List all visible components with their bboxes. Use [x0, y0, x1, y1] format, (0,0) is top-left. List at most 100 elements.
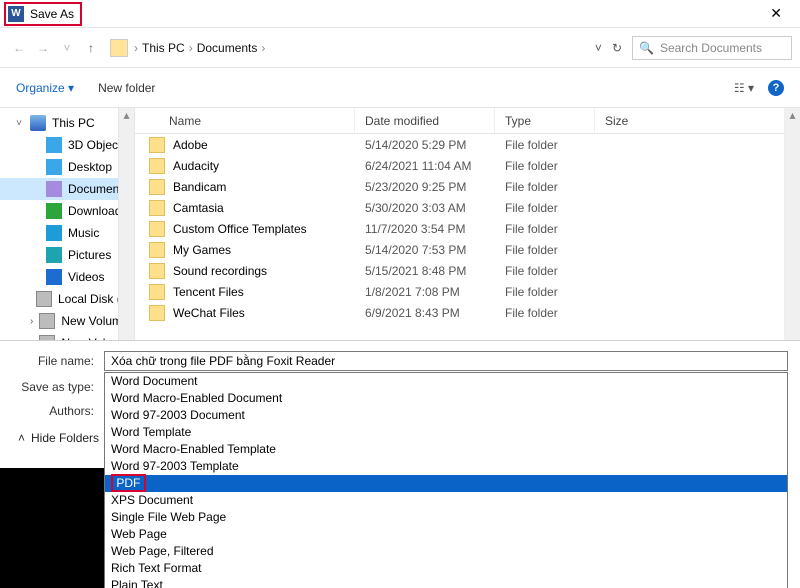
file-row[interactable]: WeChat Files 6/9/2021 8:43 PMFile folder — [135, 302, 800, 323]
file-type: File folder — [495, 285, 595, 299]
chevron-right-icon: › — [30, 338, 33, 341]
chevron-right-icon: › — [189, 41, 193, 55]
breadcrumb-item[interactable]: Documents — [197, 41, 258, 55]
file-date: 5/14/2020 7:53 PM — [355, 243, 495, 257]
disk-icon — [36, 291, 52, 307]
nav-tree: ˅ This PC 3D ObjectsDesktopDocumentsDown… — [0, 108, 135, 340]
search-input[interactable]: 🔍 Search Documents — [632, 36, 792, 60]
folder-icon — [149, 179, 165, 195]
generic-icon — [46, 159, 62, 175]
save-type-option[interactable]: Word Document — [105, 373, 787, 390]
nav-back-button[interactable]: ← — [8, 41, 30, 55]
chevron-up-icon: ˄ — [18, 431, 25, 445]
col-date[interactable]: Date modified — [355, 108, 495, 133]
breadcrumb[interactable]: › This PC › Documents › — [134, 41, 265, 55]
chevron-right-icon: › — [261, 41, 265, 55]
tree-item[interactable]: Music — [0, 222, 134, 244]
tree-item[interactable]: Local Disk (C:) — [0, 288, 134, 310]
file-row[interactable]: Sound recordings5/15/2021 8:48 PMFile fo… — [135, 260, 800, 281]
tree-item[interactable]: ›New Volume (D:) — [0, 310, 134, 332]
address-folder-icon — [110, 39, 128, 57]
col-size[interactable]: Size — [595, 108, 800, 133]
save-type-option[interactable]: XPS Document — [105, 492, 787, 509]
save-type-dropdown[interactable]: Word DocumentWord Macro-Enabled Document… — [104, 372, 788, 588]
col-name[interactable]: Name — [135, 108, 355, 133]
nav-up-button[interactable]: ↑ — [80, 41, 102, 55]
dialog-body: ˅ This PC 3D ObjectsDesktopDocumentsDown… — [0, 108, 800, 340]
tree-item[interactable]: Pictures — [0, 244, 134, 266]
sidebar-scrollbar[interactable]: ▴ — [118, 108, 134, 340]
refresh-button[interactable]: ↻ — [612, 41, 622, 55]
tree-item[interactable]: Downloads — [0, 200, 134, 222]
file-date: 6/9/2021 8:43 PM — [355, 306, 495, 320]
file-date: 5/14/2020 5:29 PM — [355, 138, 495, 152]
tree-item[interactable]: Documents — [0, 178, 134, 200]
list-scrollbar[interactable]: ▴ — [784, 108, 800, 340]
tree-item-label: Pictures — [68, 248, 111, 262]
file-type: File folder — [495, 201, 595, 215]
nav-forward-button[interactable]: → — [32, 41, 54, 55]
chevron-right-icon: › — [134, 41, 138, 55]
title-bar: W Save As ✕ — [0, 0, 800, 28]
save-as-dialog: W Save As ✕ ← → ˅ ↑ › This PC › Document… — [0, 0, 800, 588]
file-name: WeChat Files — [173, 306, 245, 320]
save-type-option[interactable]: Rich Text Format — [105, 560, 787, 577]
folder-icon — [149, 263, 165, 279]
save-type-option[interactable]: Web Page — [105, 526, 787, 543]
tree-item[interactable]: 3D Objects — [0, 134, 134, 156]
file-type: File folder — [495, 180, 595, 194]
file-row[interactable]: Camtasia5/30/2020 3:03 AMFile folder — [135, 197, 800, 218]
help-button[interactable]: ? — [768, 80, 784, 96]
disk-icon — [39, 313, 55, 329]
folder-icon — [149, 305, 165, 321]
tree-item-label: Videos — [68, 270, 104, 284]
file-row[interactable]: Bandicam5/23/2020 9:25 PMFile folder — [135, 176, 800, 197]
tree-item[interactable]: ›New Volume (E:) — [0, 332, 134, 340]
organize-menu[interactable]: Organize ▾ — [16, 81, 74, 95]
save-type-option[interactable]: Word 97-2003 Template — [105, 458, 787, 475]
save-type-option[interactable]: Plain Text — [105, 577, 787, 588]
file-name-input[interactable]: Xóa chữ trong file PDF bằng Foxit Reader — [104, 351, 788, 371]
file-type: File folder — [495, 264, 595, 278]
file-row[interactable]: Audacity6/24/2021 11:04 AMFile folder — [135, 155, 800, 176]
file-row[interactable]: Custom Office Templates11/7/2020 3:54 PM… — [135, 218, 800, 239]
file-date: 11/7/2020 3:54 PM — [355, 222, 495, 236]
file-name: Bandicam — [173, 180, 226, 194]
music-icon — [46, 225, 62, 241]
collapse-icon: ˅ — [14, 118, 24, 129]
col-type[interactable]: Type — [495, 108, 595, 133]
tree-item[interactable]: Desktop — [0, 156, 134, 178]
folder-icon — [149, 242, 165, 258]
save-type-option[interactable]: Word 97-2003 Document — [105, 407, 787, 424]
tree-root-this-pc[interactable]: ˅ This PC — [0, 112, 134, 134]
file-type: File folder — [495, 243, 595, 257]
save-type-option[interactable]: Web Page, Filtered — [105, 543, 787, 560]
file-row[interactable]: Adobe5/14/2020 5:29 PMFile folder — [135, 134, 800, 155]
close-button[interactable]: ✕ — [760, 1, 792, 26]
save-type-label: Save as type: — [12, 380, 104, 394]
save-type-option[interactable]: Word Template — [105, 424, 787, 441]
pic-icon — [46, 247, 62, 263]
file-name: My Games — [173, 243, 231, 257]
tree-item[interactable]: Videos — [0, 266, 134, 288]
toolbar: Organize ▾ New folder ☷ ▾ ? — [0, 68, 800, 108]
nav-recent-button[interactable]: ˅ — [56, 41, 78, 55]
file-list: Name Date modified Type Size Adobe 5/14/2… — [135, 108, 800, 340]
save-type-option[interactable]: PDF — [105, 475, 787, 492]
file-row[interactable]: My Games 5/14/2020 7:53 PMFile folder — [135, 239, 800, 260]
nav-bar: ← → ˅ ↑ › This PC › Documents › ˅ ↻ 🔍 Se… — [0, 28, 800, 68]
breadcrumb-item[interactable]: This PC — [142, 41, 185, 55]
folder-icon — [149, 137, 165, 153]
file-row[interactable]: Tencent Files1/8/2021 7:08 PMFile folder — [135, 281, 800, 302]
save-type-option[interactable]: Word Macro-Enabled Document — [105, 390, 787, 407]
view-options-button[interactable]: ☷ ▾ — [734, 81, 754, 95]
save-type-option[interactable]: Single File Web Page — [105, 509, 787, 526]
file-name: Audacity — [173, 159, 219, 173]
file-type: File folder — [495, 306, 595, 320]
folder-icon — [149, 284, 165, 300]
save-type-option[interactable]: Word Macro-Enabled Template — [105, 441, 787, 458]
column-headers[interactable]: Name Date modified Type Size — [135, 108, 800, 134]
address-dropdown-button[interactable]: ˅ — [595, 41, 602, 55]
file-name: Adobe — [173, 138, 208, 152]
new-folder-button[interactable]: New folder — [98, 81, 155, 95]
